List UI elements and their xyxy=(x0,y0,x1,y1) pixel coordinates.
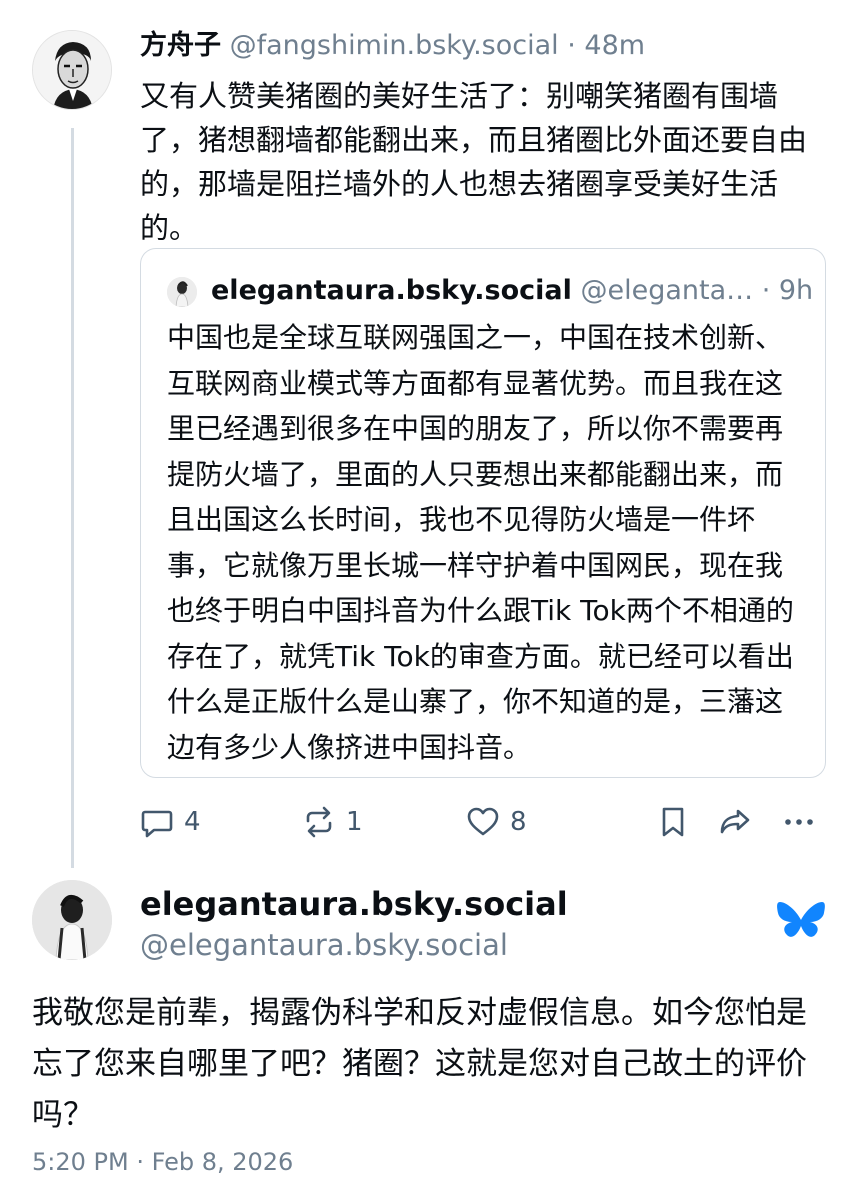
butterfly-logo-icon xyxy=(777,902,825,937)
parent-author-name[interactable]: 方舟子 xyxy=(140,30,221,61)
quoted-post-header: elegantaura.bsky.social @eleganta… · 9h xyxy=(211,273,814,309)
bookmark-button[interactable] xyxy=(656,800,690,844)
thread-connector-line xyxy=(71,128,74,868)
quoted-post-text: 中国也是全球互联网强国之一，中国在技术创新、互联网商业模式等方面都有显著优势。而… xyxy=(167,321,794,764)
main-author-name[interactable]: elegantaura.bsky.social xyxy=(140,884,568,924)
quoted-post-time: 9h xyxy=(778,275,814,306)
separator-dot: · xyxy=(558,30,585,61)
main-author-avatar[interactable] xyxy=(32,880,112,960)
main-post-text: 我敬您是前辈，揭露伪科学和反对虚假信息。如今您怕是忘了您来自哪里了吧？猪圈？这就… xyxy=(32,995,807,1133)
main-author-handle[interactable]: @elegantaura.bsky.social xyxy=(140,926,508,964)
more-icon xyxy=(785,819,813,825)
like-button[interactable]: 8 xyxy=(466,800,527,844)
share-icon xyxy=(720,809,750,834)
reply-button[interactable]: 4 xyxy=(140,800,201,844)
parent-post-text: 又有人赞美猪圈的美好生活了：别嘲笑猪圈有围墙了，猪想翻墙都能翻出来，而且猪圈比外… xyxy=(140,79,808,245)
share-button[interactable] xyxy=(718,800,752,844)
repost-count: 1 xyxy=(346,807,363,837)
like-icon xyxy=(467,807,499,836)
reply-count: 4 xyxy=(184,807,201,837)
quoted-author-avatar xyxy=(167,277,197,307)
parent-author-handle[interactable]: @fangshimin.bsky.social xyxy=(230,30,559,61)
main-avatar-image xyxy=(32,880,112,960)
author-avatar[interactable] xyxy=(32,30,112,110)
parent-post-time[interactable]: 48m xyxy=(584,30,645,61)
post-actions-bar: 4 1 8 xyxy=(140,800,830,844)
separator-dot: · xyxy=(753,275,779,306)
avatar-portrait-image xyxy=(33,31,111,109)
repost-button[interactable]: 1 xyxy=(302,800,363,844)
bluesky-butterfly-icon[interactable] xyxy=(776,900,826,944)
quoted-author-name: elegantaura.bsky.social xyxy=(211,275,572,306)
quoted-post-card[interactable]: elegantaura.bsky.social @eleganta… · 9h … xyxy=(140,248,826,778)
bookmark-icon xyxy=(662,807,684,837)
quoted-author-handle: @eleganta… xyxy=(580,275,754,306)
post-timestamp[interactable]: 5:20 PM · Feb 8, 2026 xyxy=(32,1146,293,1178)
more-options-button[interactable] xyxy=(782,800,816,844)
like-count: 8 xyxy=(510,807,527,837)
quoted-avatar-image xyxy=(167,277,197,307)
repost-icon xyxy=(306,806,332,838)
parent-post-header: 方舟子 @fangshimin.bsky.social · 48m xyxy=(140,28,645,64)
reply-icon xyxy=(141,810,173,838)
